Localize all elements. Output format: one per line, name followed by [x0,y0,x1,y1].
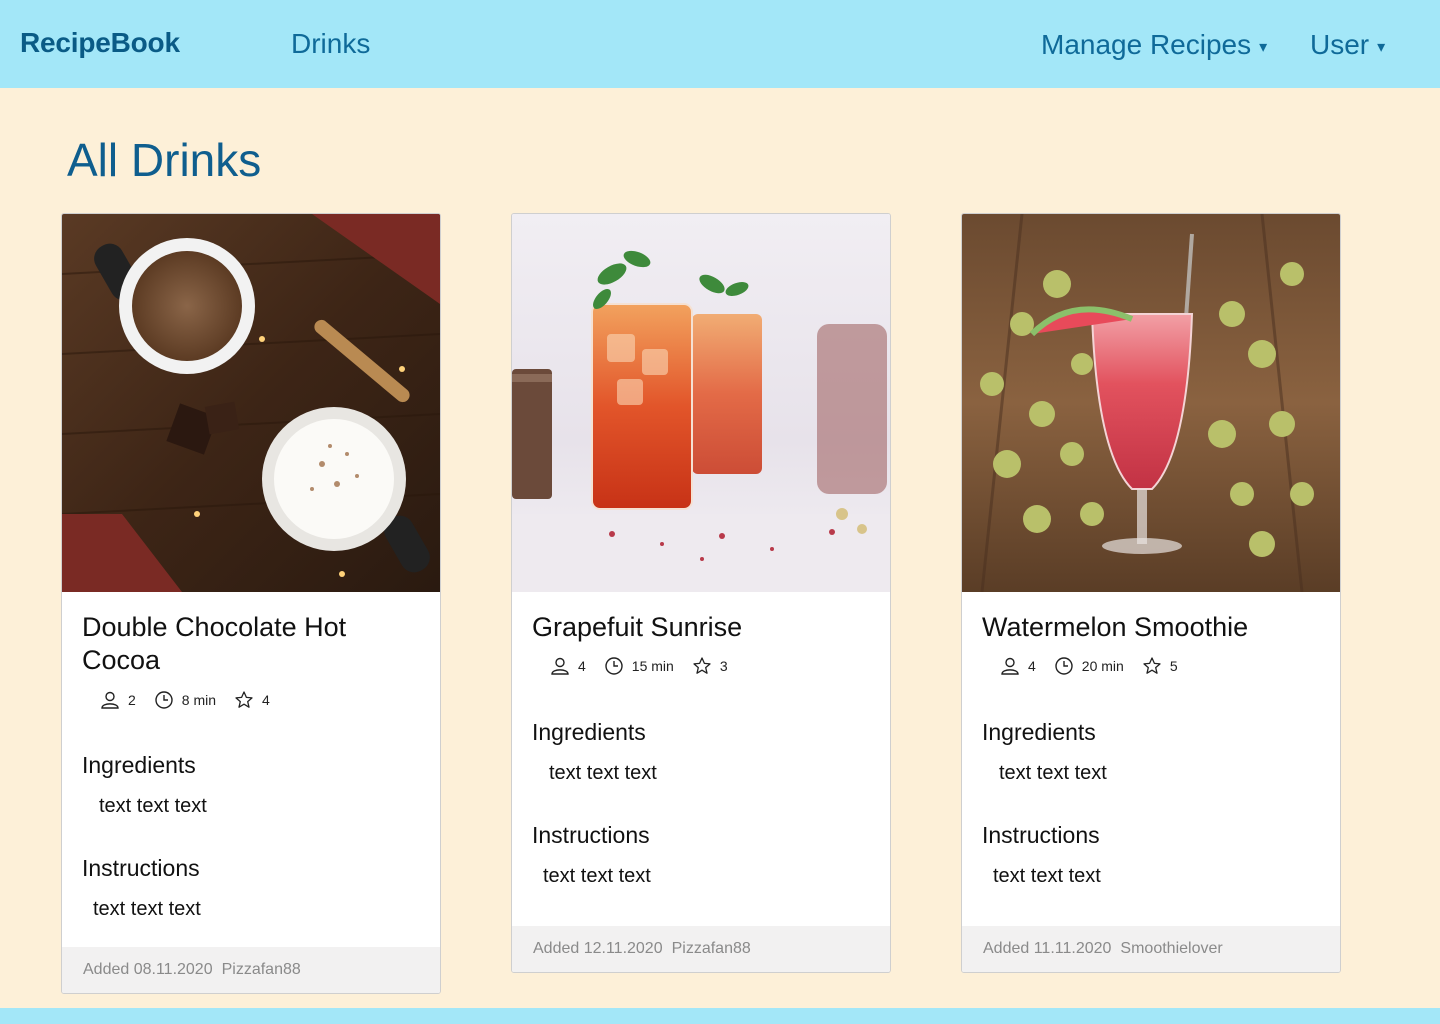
ingredients-heading: Ingredients [82,752,196,778]
top-navbar: RecipeBook Drinks Manage Recipes ▾ User ▾ [0,0,1440,88]
user-label: User [1310,29,1370,60]
ingredients-heading: Ingredients [532,719,646,745]
instructions-text: text text text [543,865,651,887]
user-icon [551,657,569,675]
ingredients-heading: Ingredients [982,719,1096,745]
instructions-heading: Instructions [982,822,1100,848]
watermelon-smoothie-photo[interactable] [962,214,1340,592]
recipe-title[interactable]: Grapefuit Sunrise [532,611,872,644]
clock-icon [1055,657,1073,675]
time-value: 15 min [631,658,674,674]
footer-bar [0,1008,1440,1024]
chevron-down-icon: ▾ [1377,39,1386,56]
instructions-text: text text text [93,898,201,920]
author-name[interactable]: Pizzafan88 [222,961,301,978]
instructions-text: text text text [993,865,1101,887]
prep-time: 20 min [1054,656,1124,676]
grapefruit-drink-image [512,214,890,592]
card-footer: Added 12.11.2020 Pizzafan88 [512,926,890,972]
servings: 4 [1000,656,1036,676]
servings: 2 [100,690,136,710]
rating: 3 [692,656,728,676]
star-icon [235,691,253,708]
author-name[interactable]: Pizzafan88 [672,940,751,957]
time-value: 8 min [181,692,217,708]
recipe-card[interactable]: Grapefuit Sunrise 4 15 min 3 Ingredients… [511,213,891,973]
servings-count: 4 [1028,658,1036,674]
recipe-title[interactable]: Watermelon Smoothie [982,611,1322,644]
author-name[interactable]: Smoothielover [1120,940,1222,957]
recipe-meta: 4 20 min 5 [1000,656,1196,676]
added-date: Added 11.11.2020 [983,940,1112,957]
ingredients-text: text text text [99,795,207,817]
time-value: 20 min [1081,658,1124,674]
rating-value: 5 [1169,658,1178,674]
added-date: Added 08.11.2020 [83,961,213,978]
user-icon [1001,657,1019,675]
clock-icon [155,691,173,709]
rating-value: 4 [262,692,270,708]
nav-drinks-link[interactable]: Drinks [291,28,370,60]
page-title: All Drinks [67,134,262,186]
prep-time: 15 min [604,656,674,676]
rating: 4 [234,690,270,710]
instructions-heading: Instructions [532,822,650,848]
manage-recipes-label: Manage Recipes [1041,29,1252,60]
ingredients-text: text text text [549,762,657,784]
recipe-meta: 2 8 min 4 [100,690,288,710]
servings-count: 2 [128,692,136,708]
brand-logo[interactable]: RecipeBook [20,27,180,59]
star-icon [1143,657,1161,674]
prep-time: 8 min [154,690,216,710]
manage-recipes-dropdown[interactable]: Manage Recipes ▾ [1041,29,1267,61]
servings: 4 [550,656,586,676]
recipe-meta: 4 15 min 3 [550,656,746,676]
instructions-heading: Instructions [82,855,200,881]
user-icon [101,691,119,709]
star-icon [693,657,711,674]
hot-cocoa-photo[interactable] [62,214,440,592]
rating: 5 [1142,656,1178,676]
chevron-down-icon: ▾ [1259,39,1268,56]
rating-value: 3 [719,658,728,674]
clock-icon [605,657,623,675]
recipe-card[interactable]: Double Chocolate Hot Cocoa 2 8 min 4 Ing… [61,213,441,994]
servings-count: 4 [578,658,586,674]
added-date: Added 12.11.2020 [533,940,663,957]
recipe-card[interactable]: Watermelon Smoothie 4 20 min 5 Ingredien… [961,213,1341,973]
ingredients-text: text text text [999,762,1107,784]
user-dropdown[interactable]: User ▾ [1310,29,1385,61]
hot-cocoa-image [62,214,440,592]
watermelon-smoothie-image [962,214,1340,592]
card-footer: Added 08.11.2020 Pizzafan88 [62,947,440,993]
grapefruit-drink-photo[interactable] [512,214,890,592]
card-footer: Added 11.11.2020 Smoothielover [962,926,1340,972]
recipe-title[interactable]: Double Chocolate Hot Cocoa [82,611,422,677]
